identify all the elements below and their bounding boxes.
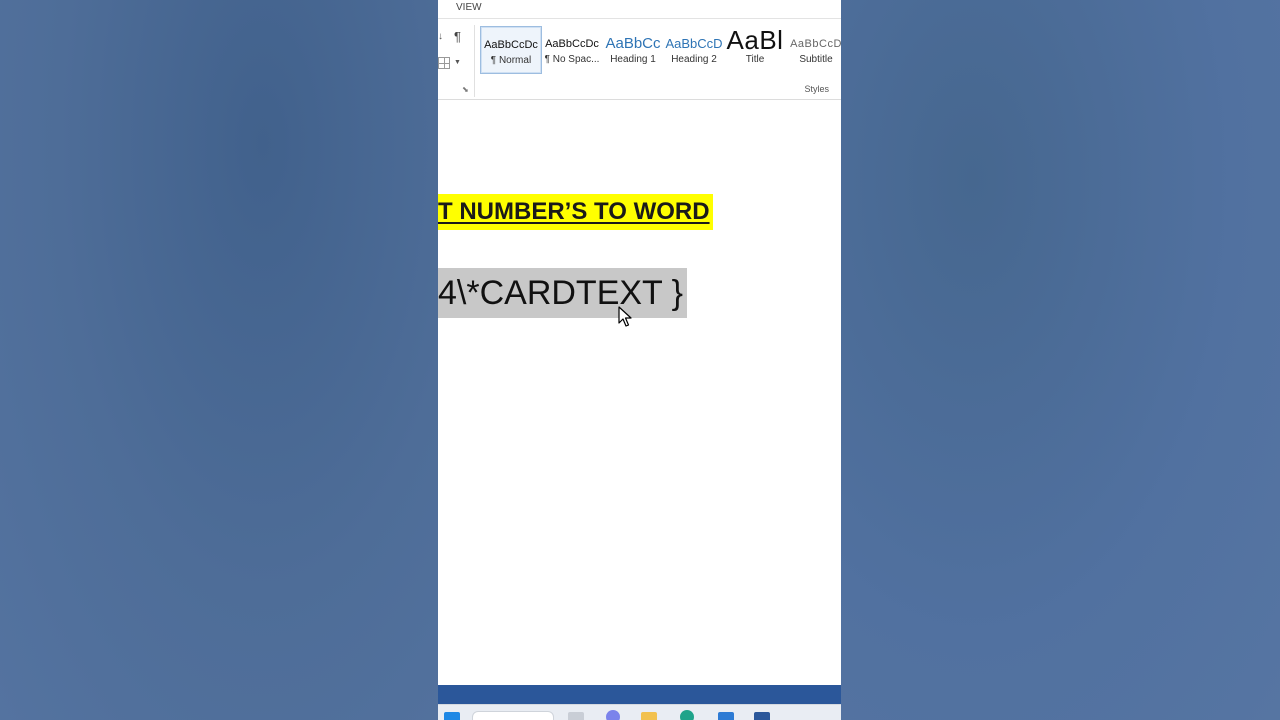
edge-icon[interactable] [680, 710, 694, 720]
style-heading-1[interactable]: AaBbCc Heading 1 [603, 26, 663, 72]
mouse-pointer-icon [618, 306, 632, 327]
file-explorer-icon[interactable] [641, 712, 657, 720]
taskbar [438, 704, 841, 720]
style-normal[interactable]: AaBbCcDc ¶ Normal [480, 26, 542, 74]
style-label: Title [745, 54, 765, 65]
word-icon[interactable] [754, 712, 770, 720]
field-code: 4\*CARDTEXT } [438, 268, 688, 318]
background-right [841, 0, 1280, 720]
style-sample: AaBl [726, 26, 784, 54]
chevron-down-icon[interactable]: ▼ [454, 59, 461, 66]
styles-group-label: Styles [804, 84, 829, 94]
style-subtitle[interactable]: AaBbCcD Subtitle [786, 26, 841, 72]
ribbon-tabs: VIEW [438, 0, 841, 19]
status-bar [438, 685, 841, 704]
sort-arrow-icon[interactable]: ↓ [438, 31, 443, 42]
group-divider [474, 25, 475, 97]
teams-icon[interactable] [606, 710, 620, 720]
paragraph-dialog-launcher-icon[interactable]: ⬊ [462, 85, 469, 94]
highlighted-heading: T NUMBER’S TO WORD [438, 194, 713, 230]
style-heading-2[interactable]: AaBbCcD Heading 2 [664, 26, 724, 72]
style-sample: AaBbCc [605, 35, 661, 52]
tab-view[interactable]: VIEW [456, 2, 482, 13]
style-label: Heading 2 [671, 54, 717, 65]
style-title[interactable]: AaBl Title [725, 26, 785, 72]
style-label: Subtitle [799, 54, 833, 65]
heading-text[interactable]: T NUMBER’S TO WORD [438, 198, 710, 225]
style-label: ¶ Normal [490, 55, 532, 66]
field-code-text[interactable]: 4\*CARDTEXT } [438, 274, 683, 312]
taskbar-search[interactable] [472, 711, 554, 720]
style-sample: AaBbCcDc [545, 38, 599, 50]
style-label: ¶ No Spac... [544, 54, 600, 65]
background-left [0, 0, 438, 720]
style-sample: AaBbCcD [790, 38, 841, 50]
style-sample: AaBbCcDc [484, 39, 538, 51]
task-view-icon[interactable] [568, 712, 584, 720]
styles-gallery: AaBbCcDc ¶ Normal AaBbCcDc ¶ No Spac... … [478, 24, 841, 74]
style-sample: AaBbCcD [665, 36, 723, 51]
borders-icon[interactable] [438, 57, 450, 69]
word-window: VIEW ↓ ¶ ▼ ⬊ AaBbCcDc ¶ Normal AaBbCcDc … [438, 0, 841, 720]
document-page[interactable]: T NUMBER’S TO WORD 4\*CARDTEXT } [438, 100, 841, 685]
show-formatting-icon[interactable]: ¶ [454, 29, 461, 44]
style-label: Heading 1 [610, 54, 656, 65]
start-icon[interactable] [444, 712, 460, 720]
ribbon: ↓ ¶ ▼ ⬊ AaBbCcDc ¶ Normal AaBbCcDc ¶ No … [438, 19, 841, 100]
store-icon[interactable] [718, 712, 734, 720]
style-no-spacing[interactable]: AaBbCcDc ¶ No Spac... [542, 26, 602, 72]
